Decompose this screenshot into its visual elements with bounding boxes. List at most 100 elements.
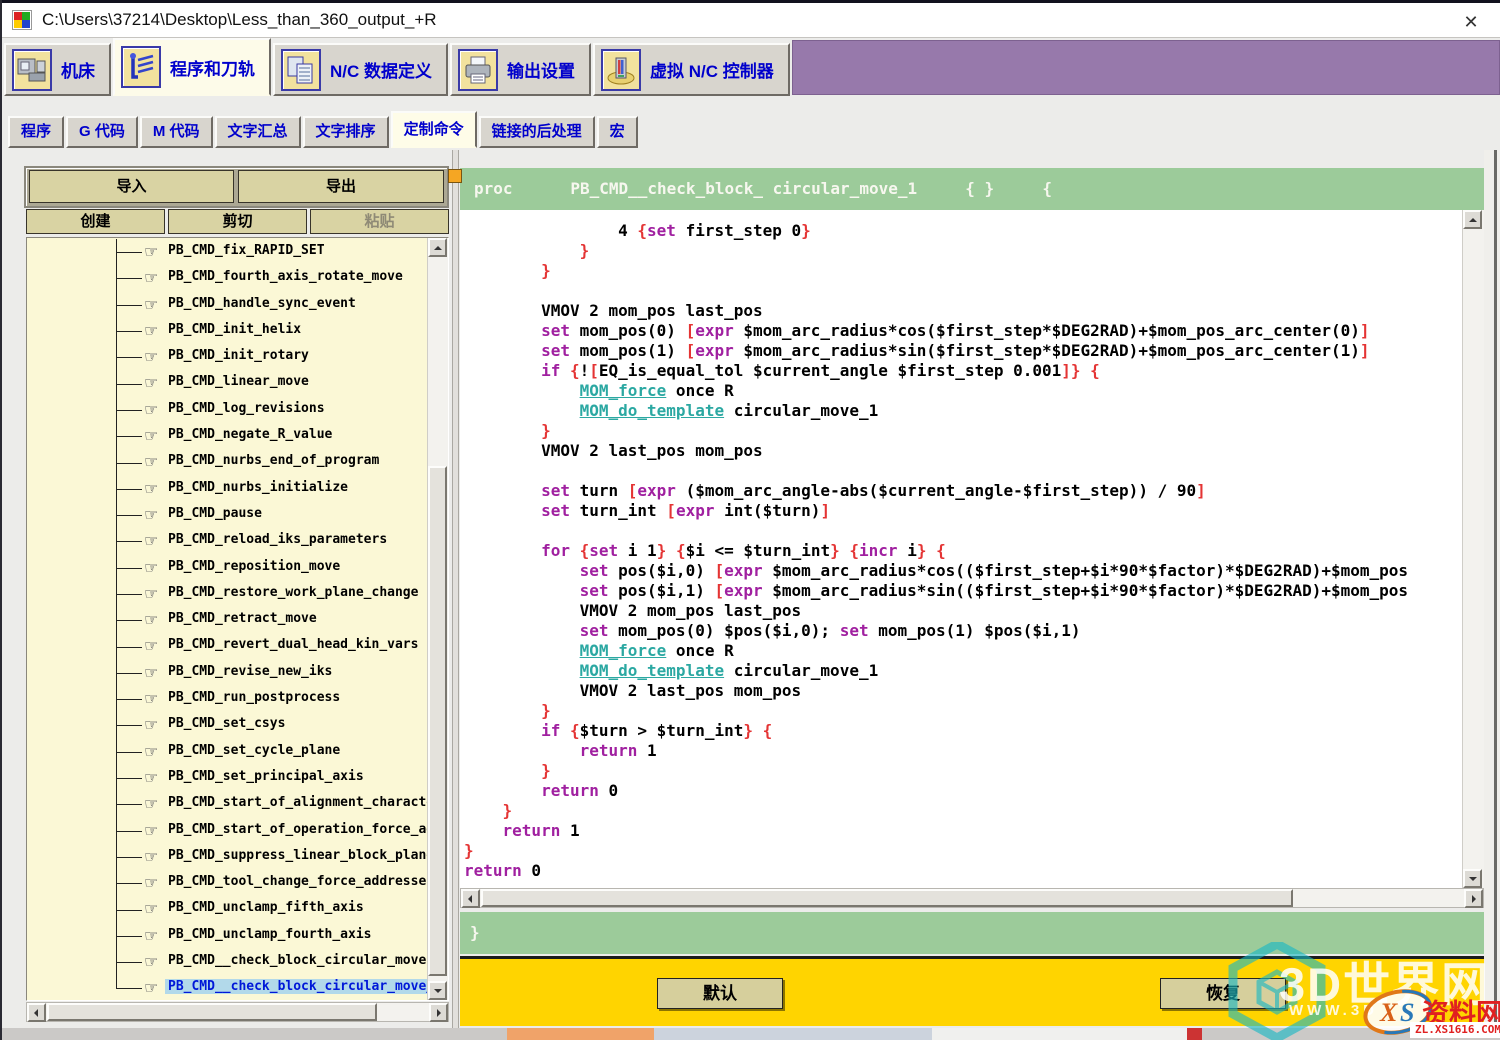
sub-tab-4[interactable]: 文字排序 [303,116,389,148]
tree-item-label: PB_CMD_start_of_operation_force_addr [168,822,427,837]
tree-item-label: PB_CMD_revert_dual_head_kin_vars [168,637,418,652]
tree-item-label: PB_CMD_log_revisions [168,401,325,416]
post-builder-window: C:\Users\37214\Desktop\Less_than_360_out… [0,0,1500,1040]
code-line: } [464,701,1462,721]
code-scroll-up-icon[interactable] [1463,210,1482,229]
tree-connector [116,292,144,318]
sub-tab-6[interactable]: 链接的后处理 [479,116,595,148]
tree-connector [116,581,144,607]
tree-item-label: PB_CMD_init_helix [168,322,301,337]
tree-item[interactable]: ☞PB_CMD_negate_R_value [27,423,427,449]
main-tab-machine[interactable]: 机床 [4,43,111,96]
code-scroll-down-icon[interactable] [1463,869,1482,888]
tree-scroll-left-icon[interactable] [27,1003,46,1022]
tree-item[interactable]: ☞PB_CMD_init_rotary [27,344,427,370]
cut-button[interactable]: 剪切 [168,209,307,234]
default-button[interactable]: 默认 [657,978,783,1009]
tree-item[interactable]: ☞PB_CMD_suppress_linear_block_plane_c [27,844,427,870]
tree-item[interactable]: ☞PB_CMD_fourth_axis_rotate_move [27,265,427,291]
main-tab-label: 机床 [61,57,95,82]
tree-item[interactable]: ☞PB_CMD_revise_new_iks [27,660,427,686]
tree-item[interactable]: ☞PB_CMD_reposition_move [27,555,427,581]
tree-item[interactable]: ☞PB_CMD_unclamp_fifth_axis [27,896,427,922]
mom-command-link[interactable]: MOM_do_template [580,401,725,420]
tree-connector [116,370,144,396]
hand-pointer-icon: ☞ [144,847,158,866]
code-editor[interactable]: 4 {set first_step 0} } } VMOV 2 mom_pos … [460,210,1484,888]
create-button[interactable]: 创建 [26,209,165,234]
sub-tab-1[interactable]: G 代码 [66,116,138,148]
tree-item[interactable]: ☞PB_CMD_linear_move [27,370,427,396]
tree-item-label: PB_CMD_handle_sync_event [168,296,356,311]
code-scroll-right-icon[interactable] [1464,889,1483,908]
import-button[interactable]: 导入 [29,170,234,203]
tree-item[interactable]: ☞PB_CMD_set_csys [27,712,427,738]
tree-scroll-down-icon[interactable] [428,981,447,1000]
tree-item[interactable]: ☞PB_CMD_init_helix [27,318,427,344]
tree-item[interactable]: ☞PB_CMD_start_of_alignment_character [27,791,427,817]
tree-item[interactable]: ☞PB_CMD_restore_work_plane_change [27,581,427,607]
code-line: } [464,241,1462,261]
main-tab-program-toolpath[interactable]: 程序和刀轨 [113,38,271,96]
tree-vscrollbar[interactable] [427,238,448,1000]
sub-tab-5[interactable]: 定制命令 [391,111,477,148]
code-hscrollbar[interactable] [460,888,1484,908]
mom-command-link[interactable]: MOM_force [580,381,667,400]
main-tab-nc-data[interactable]: N/C 数据定义 [273,43,448,96]
tree-item[interactable]: ☞PB_CMD_reload_iks_parameters [27,528,427,554]
tree-item[interactable]: ☞PB_CMD_nurbs_end_of_program [27,449,427,475]
tree-item[interactable]: ☞PB_CMD_set_principal_axis [27,765,427,791]
hand-pointer-icon: ☞ [144,821,158,840]
tree-item-label: PB_CMD_start_of_alignment_character [168,795,427,810]
code-line: } [464,261,1462,281]
sub-tab-0[interactable]: 程序 [8,116,64,148]
tree-item[interactable]: ☞PB_CMD__check_block_circular_move_1 [27,975,427,1000]
tree-scroll-right-icon[interactable] [429,1003,448,1022]
mom-command-link[interactable]: MOM_force [580,641,667,660]
sub-tab-3[interactable]: 文字汇总 [215,116,301,148]
tree-hscrollbar[interactable] [26,1002,449,1022]
tree-scroll-thumb[interactable] [428,466,447,976]
tree-item[interactable]: ☞PB_CMD__check_block_circular_move [27,949,427,975]
main-tab-output-settings[interactable]: 输出设置 [450,43,591,96]
tree-item-label: PB_CMD_set_principal_axis [168,769,364,784]
code-scroll-left-icon[interactable] [461,889,480,908]
hand-pointer-icon: ☞ [144,347,158,366]
tree-item[interactable]: ☞PB_CMD_tool_change_force_addresses [27,870,427,896]
hand-pointer-icon: ☞ [144,742,158,761]
tree-item[interactable]: ☞PB_CMD_run_postprocess [27,686,427,712]
taskbar-sliver [2,1028,1500,1040]
tree-item[interactable]: ☞ PB_CMD_start_of_operation_force_addr [27,818,427,844]
tree-item[interactable]: ☞PB_CMD_set_cycle_plane [27,739,427,765]
restore-button[interactable]: 恢复 [1160,978,1286,1009]
panel-splitter[interactable] [452,150,459,1028]
main-tab-virtual-nc[interactable]: 虚拟 N/C 控制器 [593,43,790,96]
main-tabs: 机床程序和刀轨N/C 数据定义输出设置虚拟 N/C 控制器 [4,38,1500,96]
tree-item[interactable]: ☞PB_CMD_log_revisions [27,397,427,423]
code-line: return 1 [464,821,1462,841]
tree-item[interactable]: ☞PB_CMD_handle_sync_event [27,292,427,318]
code-vscrollbar[interactable] [1462,210,1484,888]
code-hscroll-thumb[interactable] [481,889,1293,907]
code-content: 4 {set first_step 0} } } VMOV 2 mom_pos … [460,210,1462,888]
tree-item[interactable]: ☞PB_CMD_pause [27,502,427,528]
sub-tab-7[interactable]: 宏 [597,116,638,148]
code-line: set mom_pos(1) [expr $mom_arc_radius*sin… [464,341,1462,361]
tree-item[interactable]: ☞PB_CMD_unclamp_fourth_axis [27,923,427,949]
sub-tab-2[interactable]: M 代码 [140,116,213,148]
hand-pointer-icon: ☞ [144,584,158,603]
tree-item[interactable]: ☞PB_CMD_nurbs_initialize [27,476,427,502]
hand-pointer-icon: ☞ [144,268,158,287]
export-button[interactable]: 导出 [238,170,444,203]
app-icon [12,10,32,30]
mom-command-link[interactable]: MOM_do_template [580,661,725,680]
tree-hscroll-thumb[interactable] [47,1003,377,1021]
tree-connector [116,528,144,554]
tree-item[interactable]: ☞PB_CMD_fix_RAPID_SET [27,239,427,265]
close-icon[interactable]: ✕ [1458,9,1484,35]
splitter-sash-handle[interactable] [448,169,462,183]
tree-scroll-up-icon[interactable] [428,238,447,257]
tree-item[interactable]: ☞PB_CMD_retract_move [27,607,427,633]
tree-item[interactable]: ☞PB_CMD_revert_dual_head_kin_vars [27,633,427,659]
tree-item-label: PB_CMD_revise_new_iks [168,664,332,679]
